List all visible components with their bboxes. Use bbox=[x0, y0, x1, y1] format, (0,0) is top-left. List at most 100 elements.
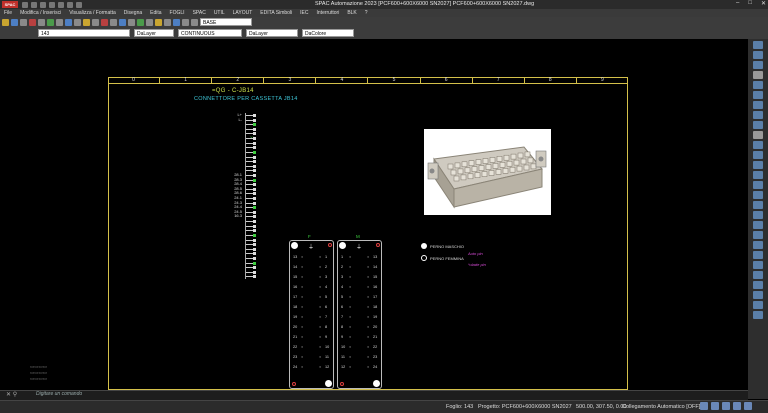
drawing-canvas[interactable]: 0123456789 =QG - C-JB14 CONNETTORE PER C… bbox=[0, 39, 748, 390]
trim-icon[interactable] bbox=[753, 201, 763, 209]
pin-contact[interactable]: ○ bbox=[367, 295, 369, 299]
pin-contact[interactable]: ○ bbox=[349, 335, 351, 339]
pin-contact[interactable]: ○ bbox=[349, 265, 351, 269]
break-icon[interactable] bbox=[753, 281, 763, 289]
layer-select[interactable]: BASE bbox=[200, 18, 252, 26]
pin-contact[interactable]: ○ bbox=[319, 255, 321, 259]
arc-icon[interactable] bbox=[65, 19, 72, 26]
menu-item[interactable]: FOGLI bbox=[166, 10, 189, 16]
print-icon[interactable] bbox=[67, 1, 73, 8]
blocks-icon[interactable] bbox=[753, 141, 763, 149]
terminal-icon[interactable] bbox=[146, 19, 153, 26]
regen-icon[interactable] bbox=[753, 81, 763, 89]
properties-icon[interactable] bbox=[753, 121, 763, 129]
pin-contact[interactable]: ○ bbox=[367, 255, 369, 259]
measure-icon[interactable] bbox=[753, 161, 763, 169]
pan-icon[interactable] bbox=[47, 19, 54, 26]
snap-icon[interactable] bbox=[700, 402, 708, 410]
layers-icon[interactable] bbox=[753, 131, 763, 139]
rotate-icon[interactable] bbox=[128, 19, 135, 26]
pin-contact[interactable]: ○ bbox=[319, 315, 321, 319]
line-icon[interactable] bbox=[56, 19, 63, 26]
pin-contact[interactable]: ○ bbox=[301, 265, 303, 269]
connector-female[interactable]: F ⏚ 13 ○ ○ 1 14 ○ ○ 2 15 ○ ○ 3 16 ○ ○ 4 17 ○ ○ 5 18 ○ ○ 6 19 ○ ○ 7 20… bbox=[289, 234, 334, 389]
open-icon[interactable] bbox=[31, 1, 37, 8]
chamfer-icon[interactable] bbox=[753, 301, 763, 309]
pin-contact[interactable]: ○ bbox=[319, 355, 321, 359]
undo-icon[interactable] bbox=[49, 1, 55, 8]
menu-item[interactable]: EDITA Simboli bbox=[256, 10, 296, 16]
connector-male[interactable]: M ⏚ 1 ○ ○ 13 2 ○ ○ 14 3 ○ ○ 15 4 ○ ○ 16 5 ○ ○ 17 6 ○ ○ 18 7 ○ ○ 19 8 ○… bbox=[337, 234, 382, 389]
linetype-select[interactable]: CONTINUOUS bbox=[178, 29, 242, 37]
page-field[interactable]: 143 bbox=[38, 29, 130, 37]
pin-contact[interactable]: ○ bbox=[367, 335, 369, 339]
pin-contact[interactable]: ○ bbox=[349, 295, 351, 299]
pin-contact[interactable]: ○ bbox=[367, 365, 369, 369]
osnap-icon[interactable] bbox=[753, 91, 763, 99]
zoom-extents-icon[interactable] bbox=[753, 61, 763, 69]
pin-contact[interactable]: ○ bbox=[301, 365, 303, 369]
ortho-toggle-icon[interactable] bbox=[722, 402, 730, 410]
move-icon[interactable] bbox=[110, 19, 117, 26]
match-icon[interactable] bbox=[753, 171, 763, 179]
redo-icon[interactable] bbox=[58, 1, 64, 8]
maximize-icon[interactable]: □ bbox=[748, 0, 752, 7]
command-close-icon[interactable]: ✕ ⚲ bbox=[6, 391, 17, 398]
text-icon[interactable] bbox=[92, 19, 99, 26]
wire-icon[interactable] bbox=[137, 19, 144, 26]
pin-contact[interactable]: ○ bbox=[301, 295, 303, 299]
menu-item[interactable]: Interruttori bbox=[313, 10, 344, 16]
menu-item[interactable]: Edita bbox=[146, 10, 165, 16]
plot-icon[interactable] bbox=[76, 1, 82, 8]
fillet-icon[interactable] bbox=[753, 221, 763, 229]
pin-contact[interactable]: ○ bbox=[319, 345, 321, 349]
pin-contact[interactable]: ○ bbox=[349, 255, 351, 259]
pin-contact[interactable]: ○ bbox=[319, 325, 321, 329]
minimize-icon[interactable]: – bbox=[736, 0, 739, 7]
purge-icon[interactable] bbox=[753, 151, 763, 159]
menu-item[interactable]: Disegna bbox=[120, 10, 146, 16]
pin-contact[interactable]: ○ bbox=[319, 335, 321, 339]
ortho-icon[interactable] bbox=[753, 101, 763, 109]
page-next-icon[interactable] bbox=[191, 19, 198, 26]
pin-contact[interactable]: ○ bbox=[349, 275, 351, 279]
pin-contact[interactable]: ○ bbox=[301, 305, 303, 309]
pin-contact[interactable]: ○ bbox=[367, 285, 369, 289]
erase-icon[interactable] bbox=[101, 19, 108, 26]
pin-contact[interactable]: ○ bbox=[301, 255, 303, 259]
pin-contact[interactable]: ○ bbox=[349, 345, 351, 349]
pin-contact[interactable]: ○ bbox=[319, 275, 321, 279]
pin-contact[interactable]: ○ bbox=[319, 265, 321, 269]
stretch-icon[interactable] bbox=[753, 261, 763, 269]
pin-contact[interactable]: ○ bbox=[301, 335, 303, 339]
pin-contact[interactable]: ○ bbox=[367, 325, 369, 329]
pin-contact[interactable]: ○ bbox=[319, 285, 321, 289]
offset-icon[interactable] bbox=[753, 271, 763, 279]
pin-contact[interactable]: ○ bbox=[367, 305, 369, 309]
pin-contact[interactable]: ○ bbox=[349, 365, 351, 369]
menu-item[interactable]: LAYOUT bbox=[229, 10, 257, 16]
status-autolink[interactable]: Collegamento Automatico [OFF] bbox=[622, 404, 700, 410]
save-icon[interactable] bbox=[40, 1, 46, 8]
block-icon[interactable] bbox=[83, 19, 90, 26]
pin-contact[interactable]: ○ bbox=[349, 305, 351, 309]
pin-contact[interactable]: ○ bbox=[367, 315, 369, 319]
layer-icon[interactable] bbox=[11, 19, 18, 26]
menu-item[interactable]: Visualizza / Formatta bbox=[65, 10, 120, 16]
symbol-icon[interactable] bbox=[155, 19, 162, 26]
color-select[interactable]: DaColore bbox=[302, 29, 354, 37]
explode-icon[interactable] bbox=[753, 191, 763, 199]
command-line[interactable] bbox=[0, 390, 748, 400]
cross-ref-icon[interactable] bbox=[164, 19, 171, 26]
folder-icon[interactable] bbox=[2, 19, 9, 26]
pin-contact[interactable]: ○ bbox=[319, 305, 321, 309]
circle-icon[interactable] bbox=[74, 19, 81, 26]
mirror-icon[interactable] bbox=[753, 241, 763, 249]
pin-contact[interactable]: ○ bbox=[301, 355, 303, 359]
menu-item[interactable]: File bbox=[0, 10, 16, 16]
pin-contact[interactable]: ○ bbox=[301, 345, 303, 349]
grid-icon[interactable] bbox=[20, 19, 27, 26]
lineweight-select[interactable]: DaLayer bbox=[246, 29, 298, 37]
pin-contact[interactable]: ○ bbox=[349, 325, 351, 329]
pin-contact[interactable]: ○ bbox=[301, 285, 303, 289]
